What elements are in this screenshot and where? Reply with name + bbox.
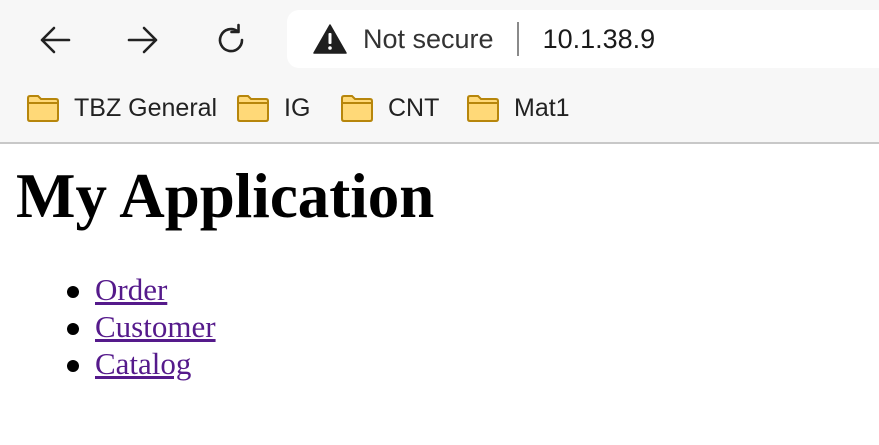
address-divider — [516, 22, 519, 56]
bookmark-label: TBZ General — [74, 93, 218, 122]
bookmark-folder-mat1[interactable]: Mat1 — [466, 90, 570, 126]
list-item: Catalog — [0, 345, 879, 382]
folder-icon — [236, 93, 270, 123]
bullet-icon — [67, 323, 79, 336]
browser-chrome: Not secure 10.1.38.9 TBZ General IG CNT — [0, 0, 879, 144]
forward-arrow-icon — [127, 26, 158, 54]
back-button[interactable] — [33, 18, 77, 62]
bookmark-folder-cnt[interactable]: CNT — [340, 90, 439, 126]
browser-toolbar: Not secure 10.1.38.9 — [0, 0, 879, 78]
order-link[interactable]: Order — [95, 271, 167, 308]
warning-triangle-icon[interactable] — [313, 22, 347, 56]
catalog-link[interactable]: Catalog — [95, 345, 191, 382]
bookmark-label: CNT — [388, 93, 440, 122]
list-item: Order — [0, 271, 879, 308]
nav-link-list: Order Customer Catalog — [0, 271, 879, 382]
bookmarks-bar: TBZ General IG CNT Mat1 — [0, 78, 879, 142]
bullet-icon — [67, 286, 79, 299]
bullet-icon — [67, 360, 79, 373]
back-arrow-icon — [40, 26, 71, 54]
page-content: My Application Order Customer Catalog — [0, 161, 879, 382]
bookmark-folder-ig[interactable]: IG — [236, 90, 310, 126]
folder-icon — [340, 93, 374, 123]
url-text[interactable]: 10.1.38.9 — [543, 24, 656, 55]
reload-icon — [218, 23, 244, 53]
address-bar[interactable]: Not secure 10.1.38.9 — [287, 10, 879, 68]
folder-icon — [466, 93, 500, 123]
page-title: My Application — [16, 161, 435, 231]
bookmark-label: IG — [284, 93, 311, 122]
list-item: Customer — [0, 308, 879, 345]
folder-icon — [26, 93, 60, 123]
bookmark-folder-tbz-general[interactable]: TBZ General — [26, 90, 217, 126]
security-status-label[interactable]: Not secure — [363, 24, 494, 55]
customer-link[interactable]: Customer — [95, 308, 216, 345]
forward-button[interactable] — [121, 18, 165, 62]
bookmark-label: Mat1 — [514, 93, 570, 122]
reload-button[interactable] — [209, 18, 253, 62]
